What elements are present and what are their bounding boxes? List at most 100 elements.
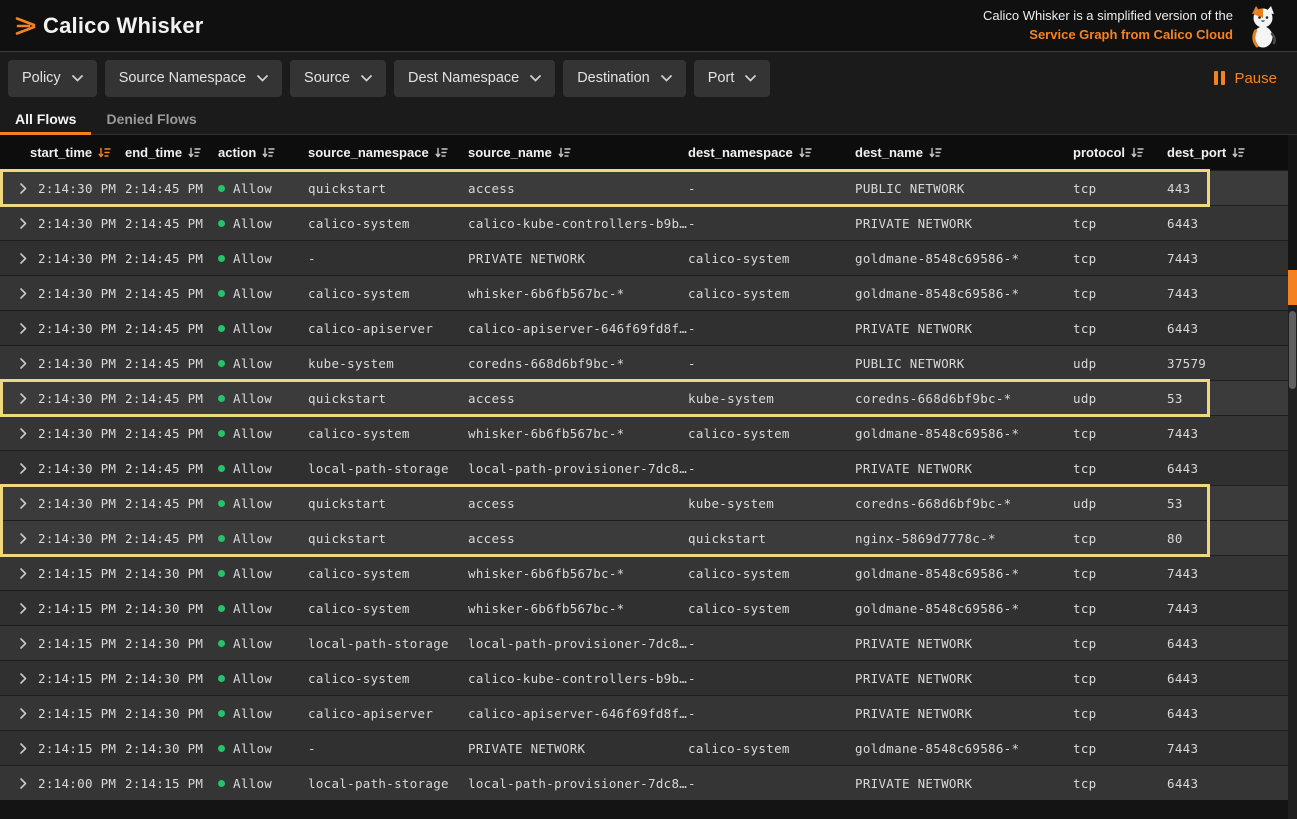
- sort-icon[interactable]: [1131, 147, 1144, 159]
- cell-dest_namespace: calico-system: [688, 741, 855, 756]
- filter-source-button[interactable]: Source: [290, 60, 386, 97]
- column-header-source_namespace[interactable]: source_namespace: [308, 145, 468, 160]
- allow-status-icon: [218, 255, 225, 262]
- cell-dest_port: 7443: [1167, 741, 1288, 756]
- column-header-source_name[interactable]: source_name: [468, 145, 688, 160]
- table-row[interactable]: 2:14:15 PM2:14:30 PMAllow-PRIVATE NETWOR…: [0, 730, 1288, 765]
- cell-dest_namespace: -: [688, 776, 855, 791]
- cell-start_time: 2:14:30 PM: [38, 391, 125, 406]
- table-row[interactable]: 2:14:00 PM2:14:15 PMAllowlocal-path-stor…: [0, 765, 1288, 800]
- service-graph-link[interactable]: Service Graph from Calico Cloud: [1029, 27, 1233, 42]
- row-expander[interactable]: [0, 393, 38, 404]
- row-expander[interactable]: [0, 288, 38, 299]
- table-row[interactable]: 2:14:30 PM2:14:45 PMAllowquickstartacces…: [0, 520, 1288, 555]
- cell-source_name: calico-apiserver-646f69fd8f…: [468, 321, 688, 336]
- chevron-right-icon: [20, 638, 27, 649]
- table-row[interactable]: 2:14:30 PM2:14:45 PMAllowkube-systemcore…: [0, 345, 1288, 380]
- filter-source-namespace-button[interactable]: Source Namespace: [105, 60, 282, 97]
- row-expander[interactable]: [0, 323, 38, 334]
- filter-destination-button[interactable]: Destination: [563, 60, 686, 97]
- table-body: 2:14:30 PM2:14:45 PMAllowquickstartacces…: [0, 170, 1288, 800]
- table-row[interactable]: 2:14:15 PM2:14:30 PMAllowcalico-systemwh…: [0, 590, 1288, 625]
- cell-dest_port: 80: [1167, 531, 1288, 546]
- table-row[interactable]: 2:14:30 PM2:14:45 PMAllowcalico-systemwh…: [0, 275, 1288, 310]
- cell-protocol: udp: [1073, 391, 1167, 406]
- column-header-dest_port[interactable]: dest_port: [1167, 145, 1288, 160]
- filter-dest-namespace-button[interactable]: Dest Namespace: [394, 60, 555, 97]
- column-header-dest_namespace[interactable]: dest_namespace: [688, 145, 855, 160]
- pause-label: Pause: [1234, 70, 1277, 87]
- table-row[interactable]: 2:14:15 PM2:14:30 PMAllowcalico-systemca…: [0, 660, 1288, 695]
- row-expander[interactable]: [0, 603, 38, 614]
- row-expander[interactable]: [0, 708, 38, 719]
- sort-icon[interactable]: [929, 147, 942, 159]
- chevron-right-icon: [20, 218, 27, 229]
- cell-dest_namespace: -: [688, 636, 855, 651]
- table-row[interactable]: 2:14:15 PM2:14:30 PMAllowcalico-apiserve…: [0, 695, 1288, 730]
- column-header-dest_name[interactable]: dest_name: [855, 145, 1073, 160]
- filter-policy-button[interactable]: Policy: [8, 60, 97, 97]
- action-label: Allow: [233, 601, 272, 616]
- column-label: action: [218, 145, 256, 160]
- row-expander[interactable]: [0, 673, 38, 684]
- sort-icon[interactable]: [98, 147, 111, 159]
- cell-action: Allow: [218, 251, 308, 266]
- table-row[interactable]: 2:14:30 PM2:14:45 PMAllowcalico-apiserve…: [0, 310, 1288, 345]
- sort-icon[interactable]: [1232, 147, 1245, 159]
- row-expander[interactable]: [0, 743, 38, 754]
- cell-protocol: tcp: [1073, 741, 1167, 756]
- tab-all-flows[interactable]: All Flows: [0, 104, 91, 134]
- tab-denied-flows[interactable]: Denied Flows: [91, 104, 211, 134]
- row-expander[interactable]: [0, 463, 38, 474]
- cell-end_time: 2:14:30 PM: [125, 601, 218, 616]
- column-header-action[interactable]: action: [218, 145, 308, 160]
- column-header-end_time[interactable]: end_time: [125, 145, 218, 160]
- cell-start_time: 2:14:30 PM: [38, 181, 125, 196]
- row-expander[interactable]: [0, 183, 38, 194]
- column-header-protocol[interactable]: protocol: [1073, 145, 1167, 160]
- sort-icon[interactable]: [799, 147, 812, 159]
- table-row[interactable]: 2:14:30 PM2:14:45 PMAllowcalico-systemwh…: [0, 415, 1288, 450]
- row-expander[interactable]: [0, 428, 38, 439]
- cell-source_namespace: local-path-storage: [308, 636, 468, 651]
- row-expander[interactable]: [0, 253, 38, 264]
- pause-button[interactable]: Pause: [1214, 70, 1277, 87]
- cell-dest_port: 6443: [1167, 216, 1288, 231]
- sort-icon[interactable]: [262, 147, 275, 159]
- table-row[interactable]: 2:14:30 PM2:14:45 PMAllowlocal-path-stor…: [0, 450, 1288, 485]
- sort-icon[interactable]: [435, 147, 448, 159]
- cell-source_name: coredns-668d6bf9bc-*: [468, 356, 688, 371]
- cell-source_name: access: [468, 181, 688, 196]
- table-row[interactable]: 2:14:30 PM2:14:45 PMAllowquickstartacces…: [0, 380, 1288, 415]
- scrollbar-thumb[interactable]: [1289, 311, 1296, 389]
- sort-icon[interactable]: [558, 147, 571, 159]
- row-expander[interactable]: [0, 498, 38, 509]
- vertical-scrollbar[interactable]: [1288, 305, 1297, 819]
- top-bar: Calico Whisker Calico Whisker is a simpl…: [0, 0, 1297, 52]
- table-row[interactable]: 2:14:30 PM2:14:45 PMAllow-PRIVATE NETWOR…: [0, 240, 1288, 275]
- cell-dest_port: 7443: [1167, 426, 1288, 441]
- table-row[interactable]: 2:14:30 PM2:14:45 PMAllowquickstartacces…: [0, 170, 1288, 205]
- table-row[interactable]: 2:14:30 PM2:14:45 PMAllowquickstartacces…: [0, 485, 1288, 520]
- column-header-start_time[interactable]: start_time: [30, 145, 125, 160]
- row-expander[interactable]: [0, 533, 38, 544]
- action-label: Allow: [233, 671, 272, 686]
- cell-source_namespace: calico-system: [308, 286, 468, 301]
- cell-end_time: 2:14:45 PM: [125, 531, 218, 546]
- filter-label: Dest Namespace: [408, 70, 519, 86]
- row-expander[interactable]: [0, 358, 38, 369]
- table-row[interactable]: 2:14:15 PM2:14:30 PMAllowlocal-path-stor…: [0, 625, 1288, 660]
- row-expander[interactable]: [0, 568, 38, 579]
- filter-port-button[interactable]: Port: [694, 60, 771, 97]
- row-expander[interactable]: [0, 218, 38, 229]
- table-row[interactable]: 2:14:15 PM2:14:30 PMAllowcalico-systemwh…: [0, 555, 1288, 590]
- cell-source_name: local-path-provisioner-7dc8…: [468, 636, 688, 651]
- pause-icon: [1214, 71, 1225, 85]
- cell-dest_name: PRIVATE NETWORK: [855, 706, 1073, 721]
- row-expander[interactable]: [0, 638, 38, 649]
- cell-end_time: 2:14:45 PM: [125, 321, 218, 336]
- row-expander[interactable]: [0, 778, 38, 789]
- table-row[interactable]: 2:14:30 PM2:14:45 PMAllowcalico-systemca…: [0, 205, 1288, 240]
- sort-icon[interactable]: [188, 147, 201, 159]
- action-label: Allow: [233, 636, 272, 651]
